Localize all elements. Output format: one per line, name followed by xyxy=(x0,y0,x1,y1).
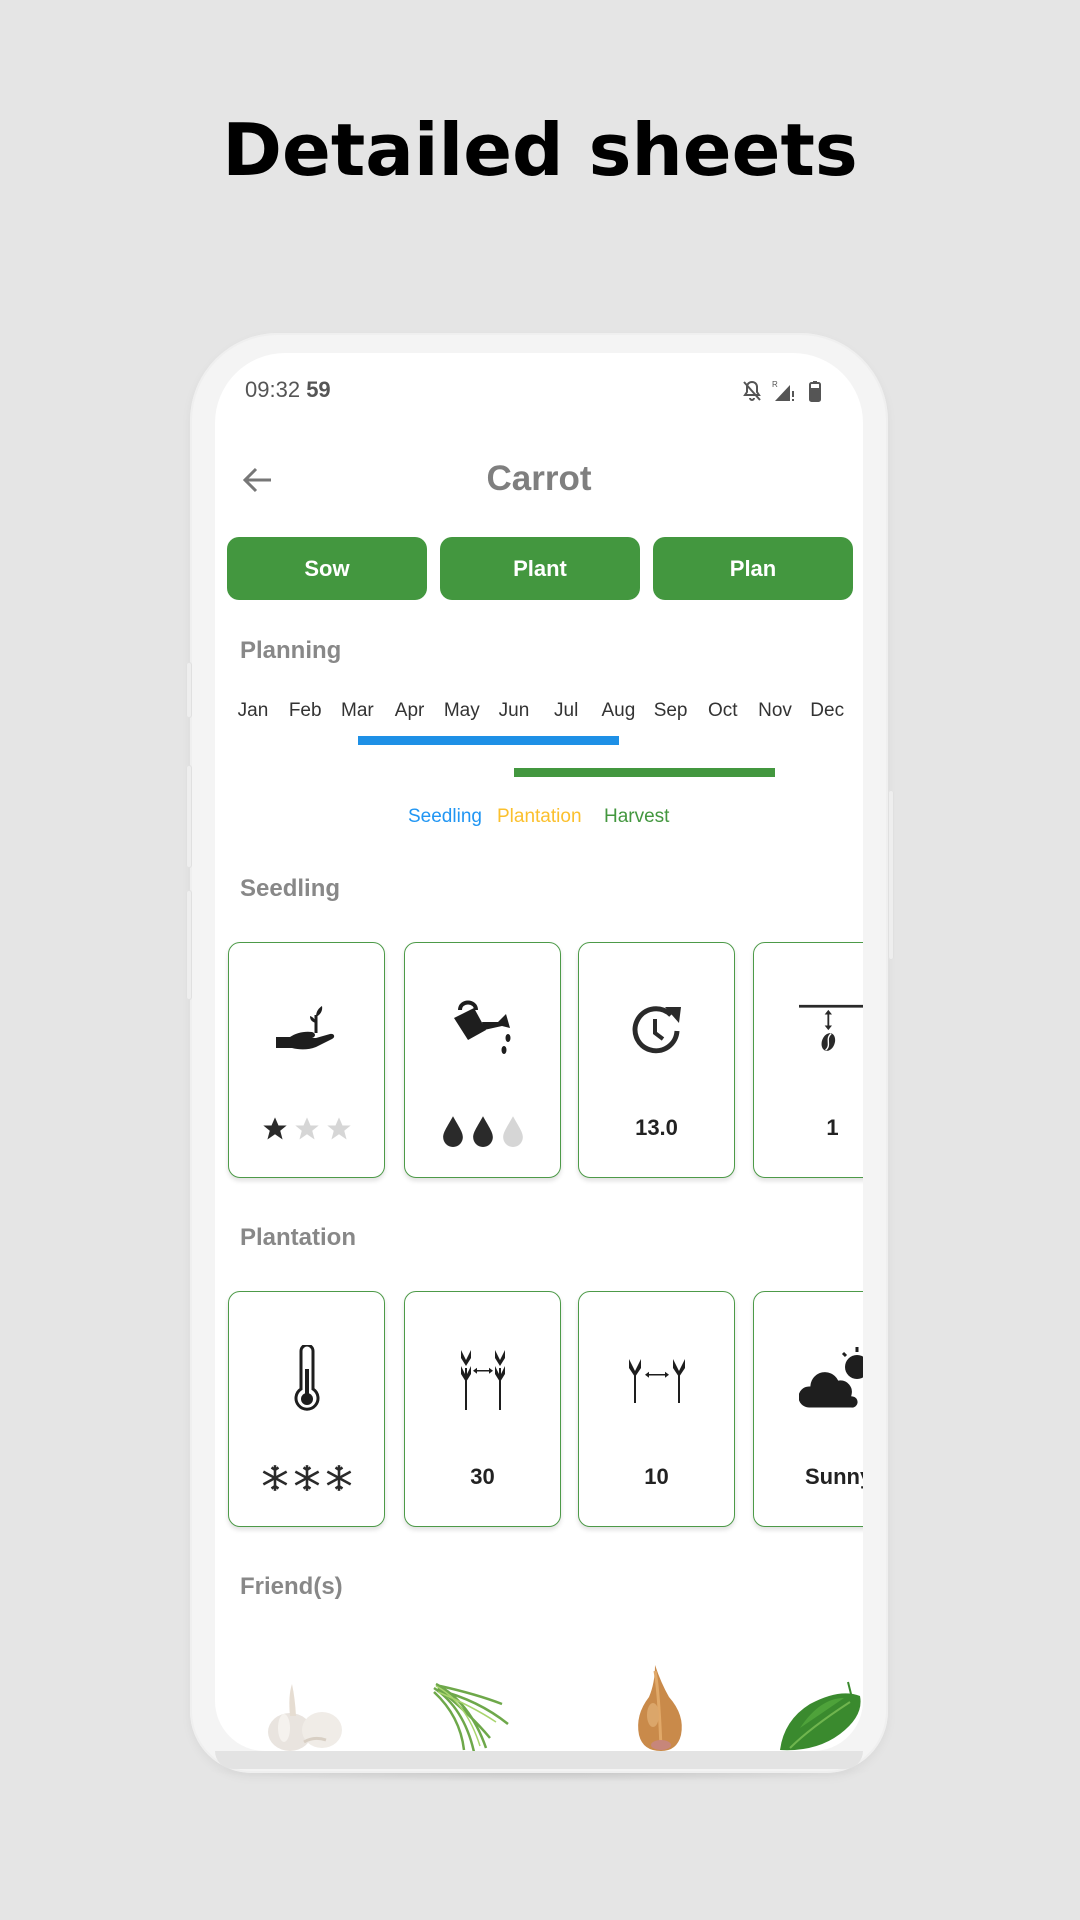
phone-volume-down-button xyxy=(186,890,192,1000)
month-jul: Jul xyxy=(554,700,579,721)
row-spacing-value: 30 xyxy=(470,1464,495,1489)
battery-icon xyxy=(809,381,821,402)
snowflake-icon xyxy=(262,1465,287,1491)
month-aug: Aug xyxy=(601,700,636,721)
clock-refresh-icon xyxy=(579,991,734,1071)
seedling-difficulty-card[interactable] xyxy=(228,942,385,1178)
star-empty-icon xyxy=(326,1117,351,1140)
phone-side-button xyxy=(186,662,192,718)
plantation-frost-card[interactable] xyxy=(228,1291,385,1527)
phone-chin xyxy=(215,1751,863,1769)
friend-chives[interactable] xyxy=(430,1678,520,1751)
snowflake-icon xyxy=(294,1465,319,1491)
star-empty-icon xyxy=(294,1117,319,1140)
plant-button-label: Plant xyxy=(513,555,567,581)
sowing-depth-icon xyxy=(754,991,863,1071)
plant-button[interactable]: Plant xyxy=(440,537,640,600)
month-apr: Apr xyxy=(394,700,425,721)
seedling-germination-card[interactable]: 13.0 xyxy=(578,942,735,1178)
phone-screen: 09:32 59 R Carrot Sow Plant Plan Plannin… xyxy=(215,353,863,1751)
sowing-depth-value: 1 xyxy=(826,1115,839,1140)
shallot-image xyxy=(638,1665,682,1751)
plantation-exposure-card[interactable]: Sunny xyxy=(753,1291,863,1527)
status-seconds: 59 xyxy=(306,377,331,402)
friend-garlic[interactable] xyxy=(260,1678,360,1751)
drop-filled-icon xyxy=(472,1116,493,1147)
legend-harvest: Harvest xyxy=(604,806,670,827)
garlic-image xyxy=(268,1684,342,1751)
signal-roaming-icon: R xyxy=(772,380,794,401)
row-spacing-icon xyxy=(405,1340,560,1420)
plantation-row-spacing-card[interactable]: 30 xyxy=(404,1291,561,1527)
month-nov: Nov xyxy=(758,700,792,721)
svg-text:R: R xyxy=(772,380,778,389)
month-mar: Mar xyxy=(341,700,374,721)
planning-label: Planning xyxy=(240,637,342,664)
period-bar-harvest xyxy=(514,768,776,777)
sun-cloud-icon xyxy=(754,1340,863,1420)
watering-can-icon xyxy=(405,991,560,1071)
month-may: May xyxy=(443,700,480,721)
star-filled-icon xyxy=(262,1117,287,1140)
plant-spacing-value: 10 xyxy=(644,1464,669,1489)
hand-sprout-icon xyxy=(229,991,384,1071)
month-jan: Jan xyxy=(237,700,269,721)
plantation-label: Plantation xyxy=(240,1224,357,1251)
period-bar-seedling xyxy=(357,736,619,745)
exposure-value: Sunny xyxy=(805,1464,863,1489)
month-feb: Feb xyxy=(288,700,322,721)
drop-filled-icon xyxy=(442,1116,463,1147)
sow-button-label: Sow xyxy=(304,555,350,581)
friend-shallot[interactable] xyxy=(625,1663,695,1751)
headline: Detailed sheets xyxy=(222,108,858,192)
thermometer-icon xyxy=(229,1340,384,1420)
spinach-image xyxy=(780,1681,861,1751)
friend-spinach[interactable] xyxy=(770,1678,863,1751)
difficulty-rating xyxy=(229,1115,384,1143)
frost-rating xyxy=(229,1464,384,1492)
snowflake-icon xyxy=(326,1465,351,1491)
drop-empty-icon xyxy=(502,1116,523,1147)
status-time: 09:32 59 xyxy=(245,377,331,403)
plan-button-label: Plan xyxy=(729,555,777,581)
month-jun: Jun xyxy=(498,700,530,721)
status-clock: 09:32 xyxy=(245,377,301,402)
month-sep: Sep xyxy=(653,700,688,721)
chives-image xyxy=(433,1682,509,1751)
seedling-label: Seedling xyxy=(240,875,341,902)
germination-days-value: 13.0 xyxy=(635,1115,678,1140)
legend-seedling: Seedling xyxy=(408,806,482,827)
phone-power-button xyxy=(888,790,894,960)
friends-label: Friend(s) xyxy=(240,1573,343,1600)
sow-button[interactable]: Sow xyxy=(227,537,427,600)
legend-plantation: Plantation xyxy=(497,806,582,827)
phone-volume-up-button xyxy=(186,765,192,868)
page-title: Carrot xyxy=(486,459,592,498)
bell-off-icon xyxy=(743,380,761,401)
plantation-plant-spacing-card[interactable]: 10 xyxy=(578,1291,735,1527)
month-dec: Dec xyxy=(810,700,845,721)
watering-rating xyxy=(405,1115,560,1147)
plant-spacing-icon xyxy=(579,1340,734,1420)
plan-button[interactable]: Plan xyxy=(653,537,853,600)
seedling-watering-card[interactable] xyxy=(404,942,561,1178)
month-oct: Oct xyxy=(708,700,738,721)
seedling-depth-card[interactable]: 1 xyxy=(753,942,863,1178)
